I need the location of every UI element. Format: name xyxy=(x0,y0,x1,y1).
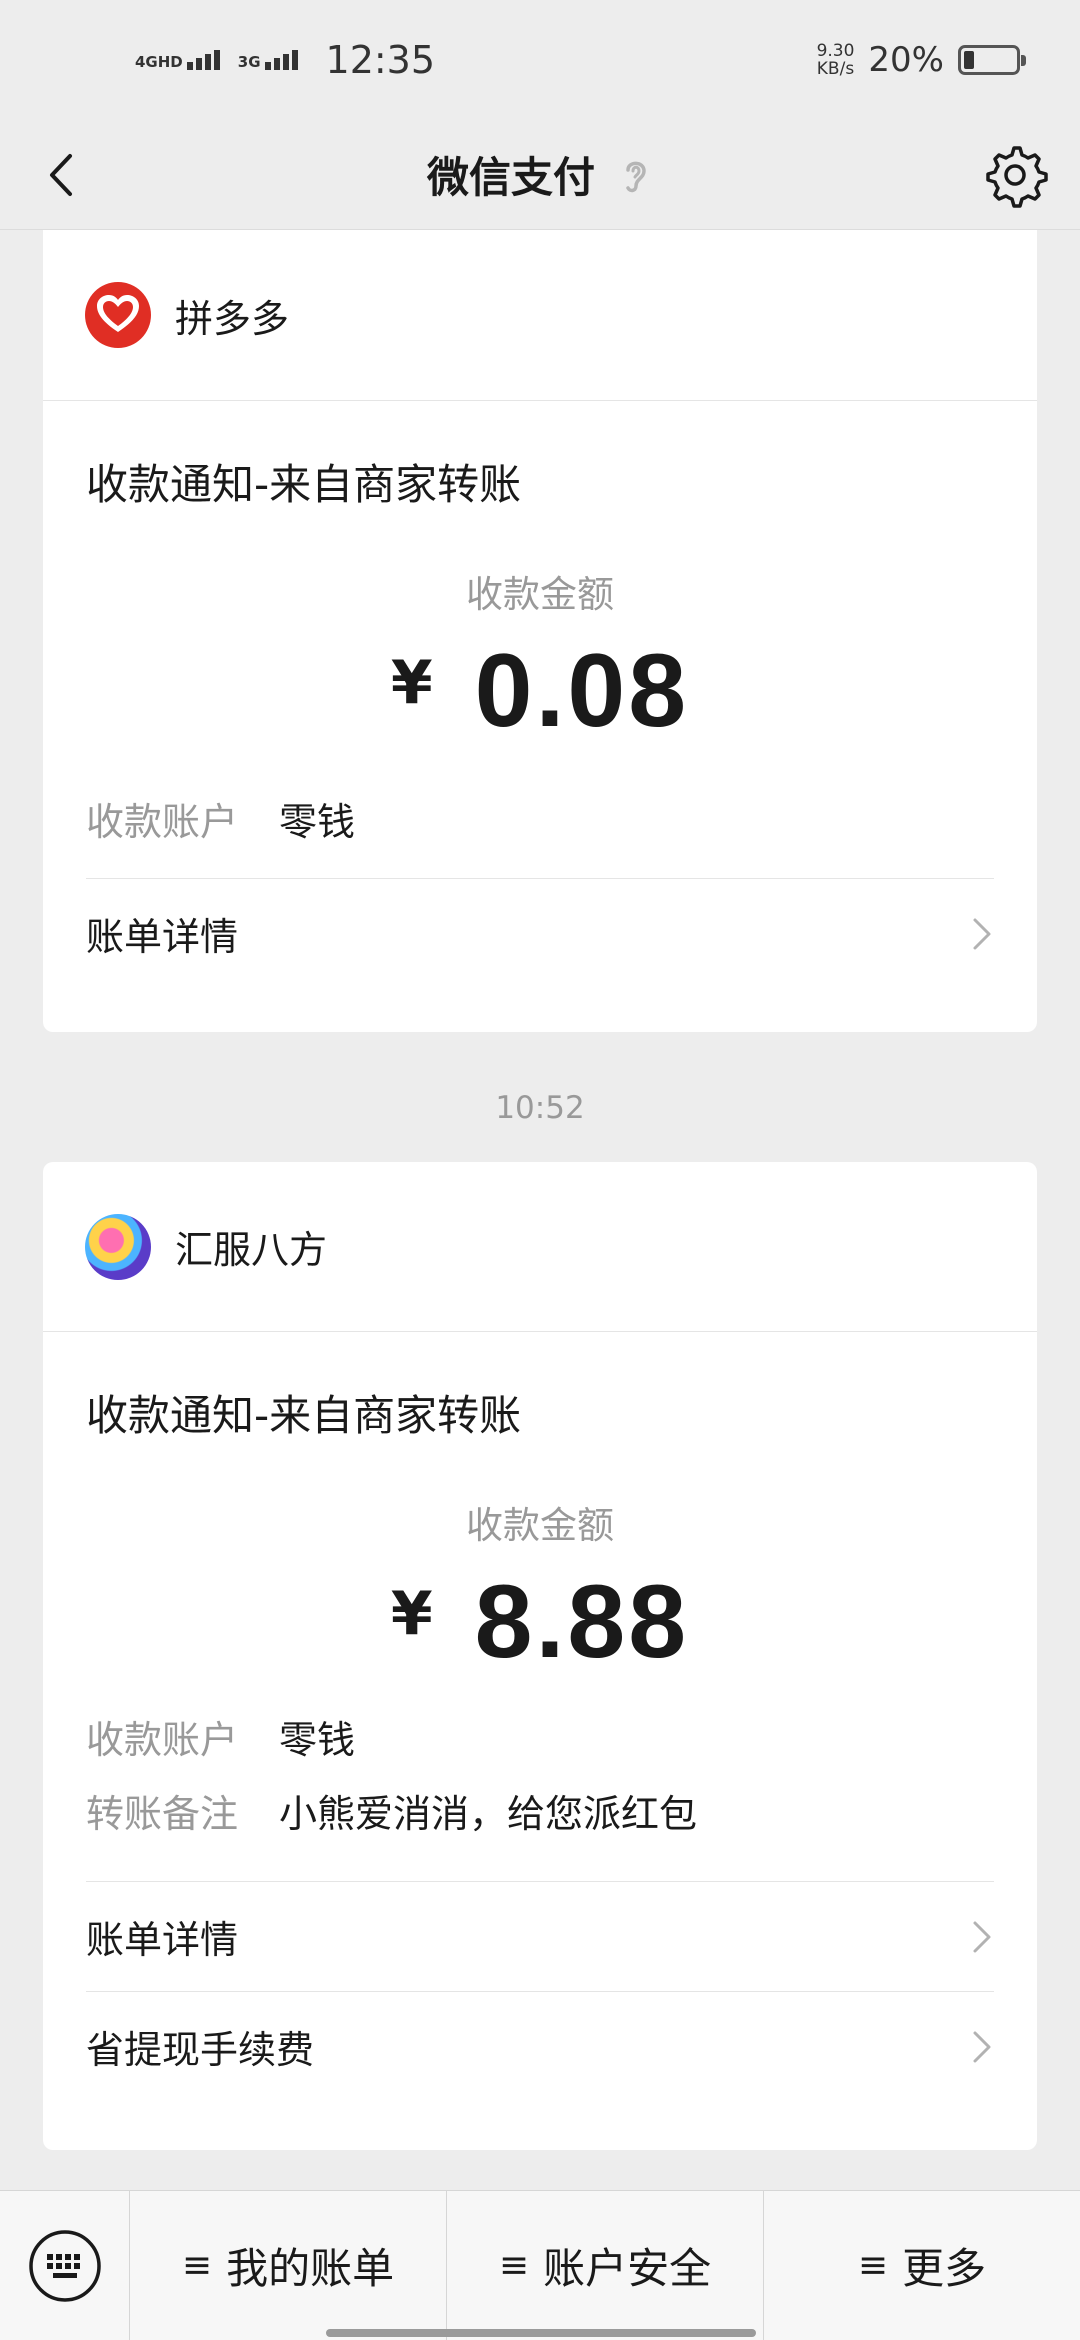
account-row: 收款账户 零钱 xyxy=(43,768,1037,868)
message-card-1[interactable]: 拼多多 收款通知-来自商家转账 收款金额 ¥ 0.08 收款账户 零钱 账单详情 xyxy=(43,230,1037,1032)
menu-more[interactable]: ≡ 更多 xyxy=(764,2191,1080,2340)
nav-bar: 微信支付 xyxy=(0,120,1080,230)
huifubafang-logo xyxy=(85,1213,151,1280)
chevron-right-icon xyxy=(973,1921,991,1953)
account-value: 零钱 xyxy=(279,1717,356,1762)
merchant-header[interactable]: 汇服八方 xyxy=(43,1162,1037,1332)
page-title: 微信支付 xyxy=(426,153,595,202)
notice-title: 收款通知-来自商家转账 xyxy=(86,1391,522,1440)
account-label: 收款账户 xyxy=(86,799,239,844)
keyboard-icon xyxy=(28,2229,101,2302)
message-card-2[interactable]: 汇服八方 收款通知-来自商家转账 收款金额 ¥ 8.88 收款账户 零钱 转账备… xyxy=(43,1162,1037,2150)
network-type-2: 3G xyxy=(237,53,261,71)
remark-value: 小熊爱消消，给您派红包 xyxy=(279,1791,698,1836)
amount: ¥ 0.08 xyxy=(43,632,1037,752)
amount-value: 0.08 xyxy=(474,633,690,749)
battery-icon xyxy=(958,45,1026,75)
signal-bars-icon xyxy=(186,50,220,70)
time-separator: 10:52 xyxy=(495,1090,585,1126)
net-speed: 9.30 KB/s xyxy=(817,42,855,78)
heart-logo-icon xyxy=(97,295,139,332)
remark-label: 转账备注 xyxy=(86,1791,239,1836)
net-speed-unit: KB/s xyxy=(816,59,855,79)
status-right: 9.30 KB/s 20% xyxy=(817,40,1026,80)
pinduoduo-logo xyxy=(85,282,151,348)
menu-hamburger-icon: ≡ xyxy=(181,2245,213,2286)
merchant-name: 拼多多 xyxy=(175,296,290,341)
currency-symbol: ¥ xyxy=(390,1579,433,1649)
bill-details-link[interactable]: 账单详情 xyxy=(86,1881,994,1991)
remark-row: 转账备注 小熊爱消消，给您派红包 xyxy=(43,1773,1037,1847)
account-row: 收款账户 零钱 xyxy=(43,1699,1037,1773)
status-bar: 4GHD 3G 12:35 9.30 KB/s 20% xyxy=(0,0,1080,120)
signal-4g: 4GHD xyxy=(135,50,220,70)
ear-icon[interactable] xyxy=(619,155,653,195)
menu-account-security[interactable]: ≡ 账户安全 xyxy=(447,2190,764,2340)
account-label: 收款账户 xyxy=(86,1717,239,1762)
clock: 12:35 xyxy=(325,38,436,82)
signal-3g: 3G xyxy=(238,50,298,70)
signal-bars-icon xyxy=(264,50,298,70)
account-value: 零钱 xyxy=(279,799,356,844)
bill-details-link[interactable]: 账单详情 xyxy=(86,878,994,988)
net-speed-value: 9.30 xyxy=(816,41,855,61)
signal-area: 4GHD 3G 12:35 xyxy=(135,38,435,82)
home-indicator[interactable] xyxy=(326,2329,756,2337)
merchant-header[interactable]: 拼多多 xyxy=(43,230,1037,401)
gear-icon[interactable] xyxy=(980,140,1050,210)
currency-symbol: ¥ xyxy=(390,648,433,718)
menu-my-bills[interactable]: ≡ 我的账单 xyxy=(130,2190,447,2340)
amount: ¥ 8.88 xyxy=(43,1563,1037,1683)
save-fee-label: 省提现手续费 xyxy=(86,2028,315,2072)
battery-fill xyxy=(964,51,974,69)
menu-hamburger-icon: ≡ xyxy=(857,2245,889,2286)
menu-label: 更多 xyxy=(902,2244,987,2293)
merchant-name: 汇服八方 xyxy=(175,1228,328,1272)
back-icon[interactable] xyxy=(30,142,96,208)
network-type-1: 4GHD xyxy=(135,53,183,71)
keyboard-toggle[interactable] xyxy=(0,2190,130,2340)
bill-details-label: 账单详情 xyxy=(86,1918,239,1962)
amount-value: 8.88 xyxy=(474,1564,690,1680)
battery-percent: 20% xyxy=(868,40,944,80)
chevron-right-icon xyxy=(973,918,991,950)
menu-label: 我的账单 xyxy=(226,2244,395,2293)
menu-hamburger-icon: ≡ xyxy=(498,2245,530,2286)
menu-label: 账户安全 xyxy=(543,2244,712,2293)
notice-title: 收款通知-来自商家转账 xyxy=(86,460,522,509)
amount-label: 收款金额 xyxy=(466,1504,614,1547)
amount-label: 收款金额 xyxy=(466,573,614,616)
bottom-menu: ≡ 我的账单 ≡ 账户安全 ≡ 更多 xyxy=(0,2190,1080,2340)
save-fee-link[interactable]: 省提现手续费 xyxy=(86,1991,994,2101)
chevron-right-icon xyxy=(973,2031,991,2063)
bill-details-label: 账单详情 xyxy=(86,915,239,959)
